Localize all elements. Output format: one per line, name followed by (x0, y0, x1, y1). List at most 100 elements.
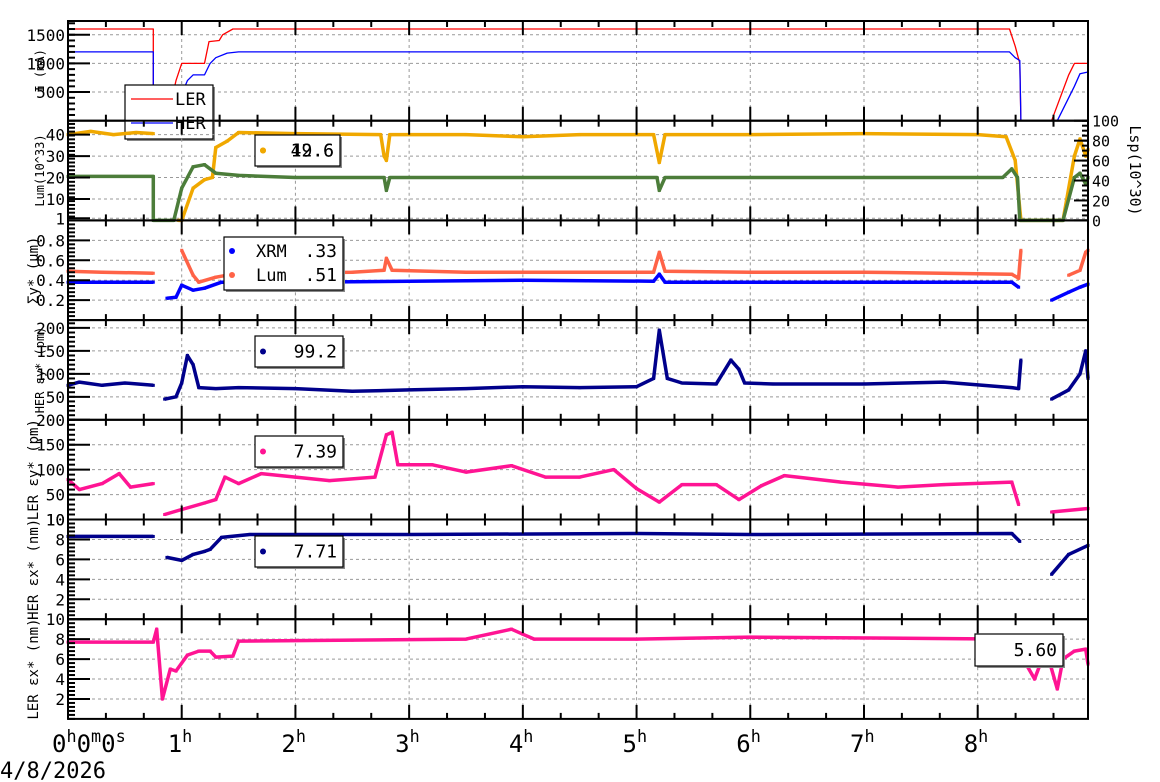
data-point (464, 470, 468, 474)
data-point (1050, 397, 1054, 401)
data-point (89, 129, 93, 133)
y-axis-label-text: I (mA) (33, 49, 47, 92)
right-tick-label: 40 (1092, 173, 1110, 191)
data-point (185, 353, 189, 357)
data-point (214, 146, 218, 150)
data-point (1019, 358, 1023, 362)
y-tick-label: 2 (55, 690, 65, 709)
legend-value: 19.6 (291, 141, 334, 162)
data-point (168, 667, 172, 671)
series-lum (67, 248, 1090, 284)
data-point (293, 475, 297, 479)
data-point (663, 280, 667, 284)
data-point (151, 132, 155, 136)
legend-value: 99.2 (294, 342, 337, 363)
legend-marker (229, 248, 235, 254)
data-point (202, 178, 206, 182)
data-point (180, 558, 184, 562)
data-point (896, 485, 900, 489)
data-point (635, 385, 639, 389)
data-point (430, 463, 434, 467)
data-point (384, 158, 388, 162)
panel-ler-emit-y: 1050100150200LER εy* (pm) (26, 411, 1090, 530)
data-point (155, 627, 159, 631)
label-part: h (864, 726, 874, 746)
legend-luminosity: 42.619.6 (254, 134, 342, 168)
data-point (396, 463, 400, 467)
series-ler (68, 28, 1088, 122)
y-axis-label-text: LER εx* (nm) (26, 618, 42, 719)
legend-marker (260, 548, 266, 555)
data-point (151, 280, 155, 284)
y-tick-label: 8 (55, 630, 65, 649)
data-point (509, 464, 513, 468)
data-point (1055, 687, 1059, 691)
data-point (1001, 176, 1005, 180)
data-point (237, 639, 241, 643)
data-point (652, 133, 656, 137)
data-point (743, 381, 747, 385)
legend-value: 5.60 (1014, 640, 1057, 661)
x-tick-label: 0h0m0s (52, 726, 126, 758)
legend-marker (260, 448, 266, 455)
y-tick-label: 8 (55, 530, 65, 549)
data-point (748, 270, 752, 274)
data-point (77, 380, 81, 384)
data-point (174, 295, 178, 299)
right-axis-label-text: Lsp(10^30) (1126, 125, 1144, 215)
data-point (729, 358, 733, 362)
y-axis-label-text: HER εy* (pm) (33, 327, 47, 414)
data-point (231, 654, 235, 658)
data-point (657, 188, 661, 192)
legend-label: HER (175, 114, 206, 134)
label-part: 0 (77, 730, 91, 758)
data-point (1015, 176, 1019, 180)
x-tick-label: 1h (168, 726, 193, 758)
data-point (578, 386, 582, 390)
data-point (1072, 649, 1076, 653)
data-point (578, 133, 582, 137)
y-axis-label: LER εx* (nm) (26, 618, 42, 719)
label-part: h (66, 726, 76, 746)
label-part: 1 (168, 730, 182, 758)
data-point (1067, 290, 1071, 294)
data-point (1004, 135, 1008, 139)
data-point (191, 186, 195, 190)
data-point (1084, 349, 1088, 353)
data-point (151, 640, 155, 644)
data-point (521, 135, 525, 139)
right-tick-label: 0 (1092, 212, 1101, 230)
data-point (223, 475, 227, 479)
data-point (657, 272, 661, 276)
data-point (407, 388, 411, 392)
label-part: h (523, 726, 533, 746)
data-point (185, 653, 189, 657)
data-point (117, 472, 121, 476)
data-point (748, 635, 752, 639)
label-part: 7 (850, 730, 864, 758)
data-point (657, 161, 661, 165)
data-point (197, 649, 201, 653)
data-point (151, 383, 155, 387)
label-part: h (410, 726, 420, 746)
data-point (237, 386, 241, 390)
data-point (384, 256, 388, 260)
data-point (652, 376, 656, 380)
data-point (220, 280, 224, 284)
series-lsp (68, 162, 1090, 223)
data-point (151, 271, 155, 275)
legend-value: 7.39 (294, 442, 337, 463)
y-axis-label: HER εx* (nm) (26, 519, 42, 620)
right-tick-label: 20 (1092, 192, 1110, 210)
data-point (1010, 386, 1014, 390)
y-axis-label-text: HER εx* (nm) (26, 519, 42, 620)
data-point (1017, 387, 1021, 391)
panel-frame (67, 219, 1089, 322)
data-point (214, 655, 218, 659)
data-point (942, 483, 946, 487)
data-point (1067, 388, 1071, 392)
y-axis-label: HER εy* (pm) (33, 327, 47, 414)
data-point (1078, 171, 1082, 175)
data-point (214, 498, 218, 502)
data-point (1072, 176, 1076, 180)
